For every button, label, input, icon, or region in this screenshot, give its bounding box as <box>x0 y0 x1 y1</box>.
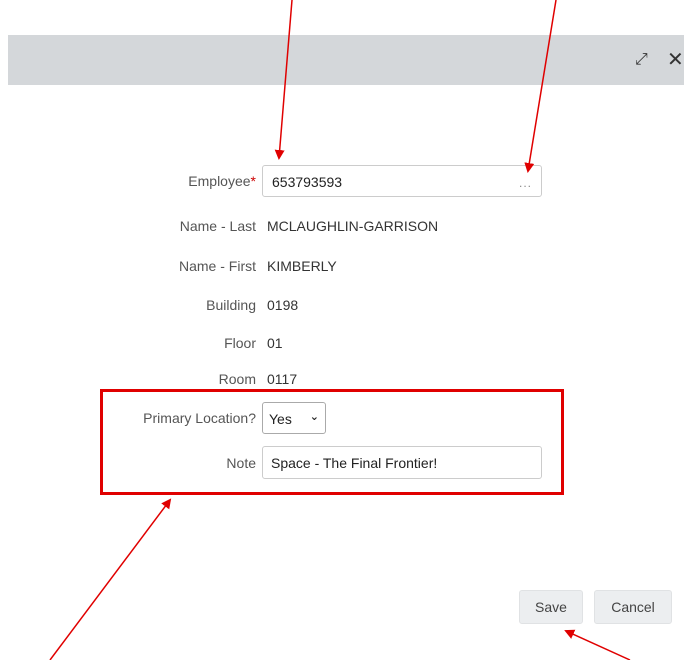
annotation-arrow-highlight <box>49 498 172 660</box>
annotation-arrow-employee <box>274 0 293 160</box>
annotation-arrow-lookup <box>524 0 557 173</box>
annotation-arrow-save <box>564 629 631 660</box>
annotation-arrows <box>49 0 631 660</box>
